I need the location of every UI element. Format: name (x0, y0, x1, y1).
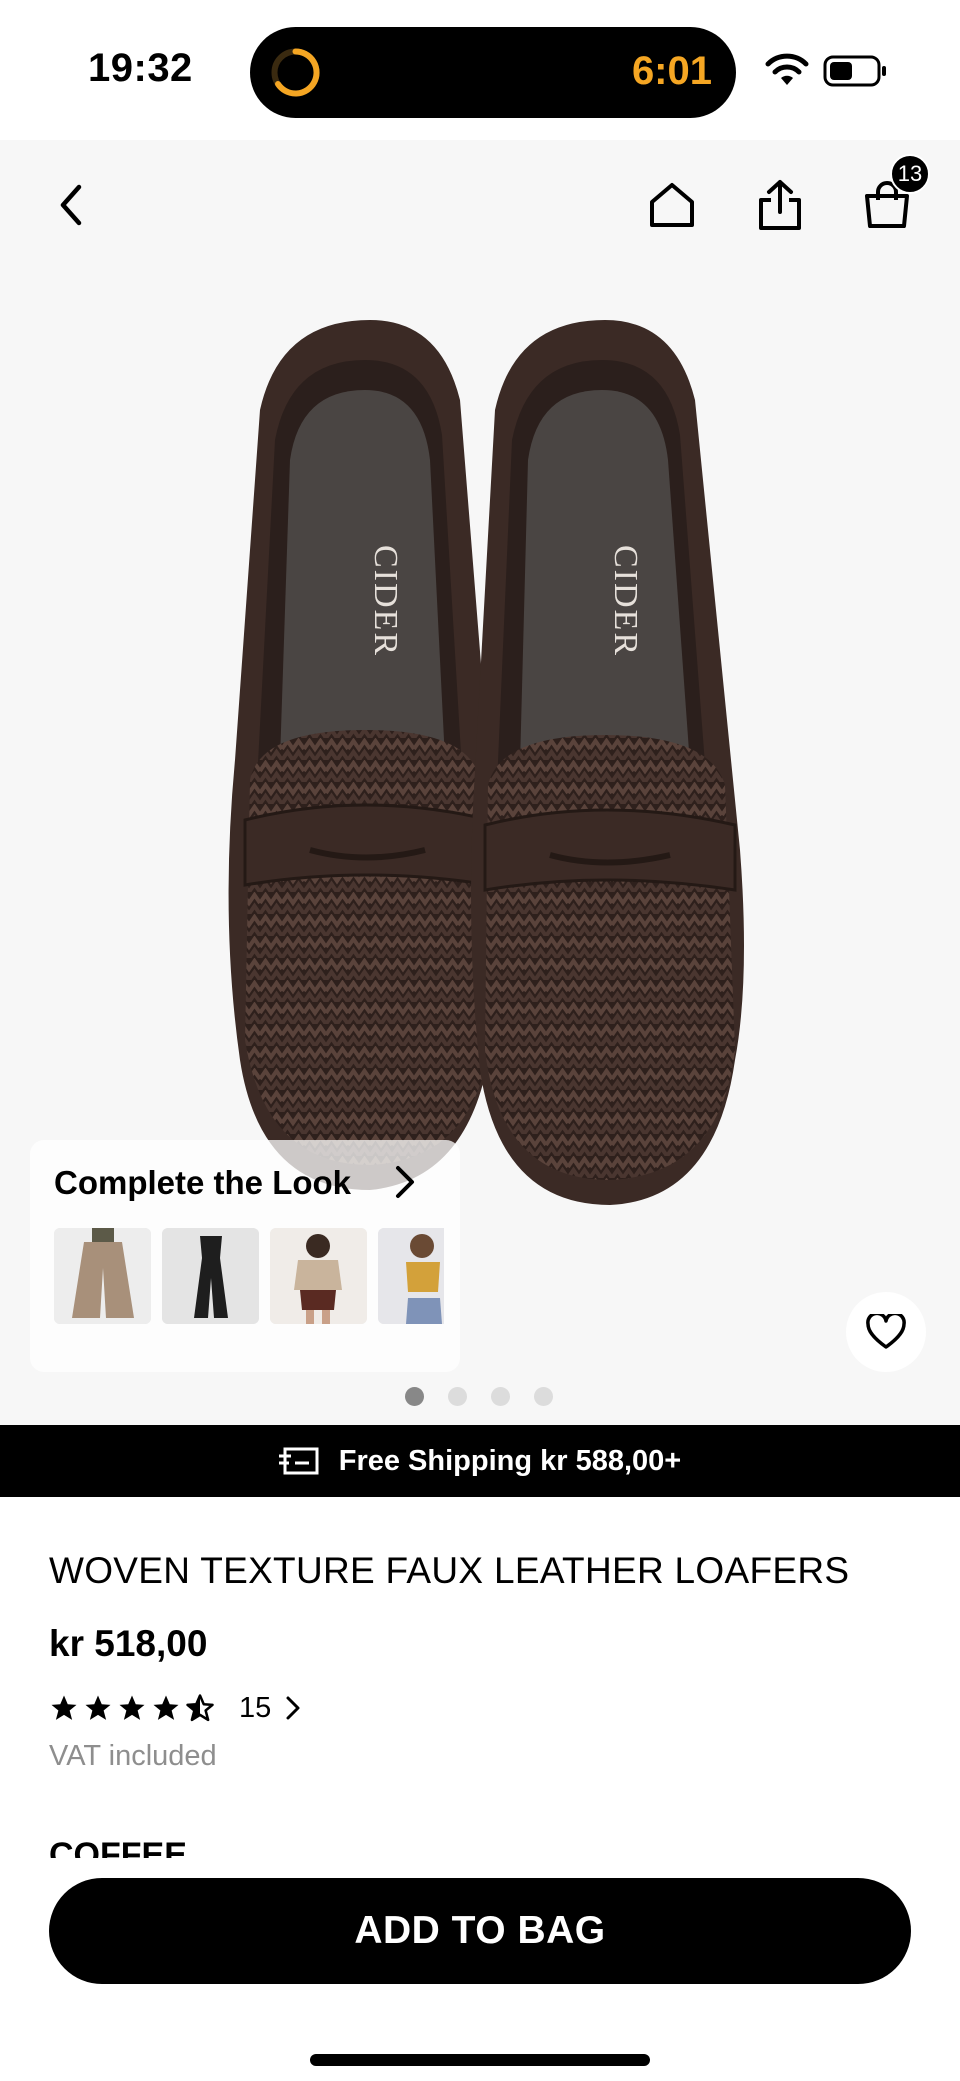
look-item-thumbnail[interactable] (162, 1228, 259, 1324)
star-icon (85, 1695, 111, 1720)
cart-count-badge: 13 (890, 154, 930, 194)
timer-ring-icon (271, 48, 320, 97)
star-icon (51, 1695, 77, 1720)
look-item-thumbnail[interactable] (270, 1228, 367, 1324)
color-label: COFFEE (49, 1838, 187, 1858)
look-item-thumbnail[interactable] (54, 1228, 151, 1324)
free-shipping-banner[interactable]: Free Shipping kr 588,00+ (0, 1425, 960, 1497)
star-icon (153, 1695, 179, 1720)
home-button[interactable] (640, 173, 704, 237)
product-gallery[interactable]: 13 CIDER CIDER Complete the Look (0, 140, 960, 1425)
carousel-dot[interactable] (448, 1387, 467, 1406)
brand-mark-left: CIDER (367, 545, 404, 657)
wifi-icon (765, 53, 809, 85)
share-icon (759, 180, 801, 230)
product-price: kr 518,00 (49, 1623, 208, 1664)
chevron-right-icon[interactable] (390, 1162, 420, 1202)
product-title: WOVEN TEXTURE FAUX LEATHER LOAFERS (49, 1550, 850, 1591)
chevron-right-icon (286, 1696, 300, 1720)
look-item-thumbnail[interactable] (378, 1228, 444, 1324)
carousel-indicator (405, 1387, 553, 1406)
timer-text: 6:01 (631, 49, 712, 93)
battery-icon (823, 55, 886, 87)
home-icon (650, 183, 694, 227)
share-button[interactable] (748, 173, 812, 237)
wishlist-button[interactable] (846, 1292, 926, 1372)
brand-mark-right: CIDER (607, 545, 644, 657)
right-shoe: CIDER (471, 320, 744, 1205)
review-count: 15 (239, 1691, 272, 1724)
status-time: 19:32 (88, 46, 193, 90)
dynamic-island[interactable]: 6:01 (250, 27, 736, 118)
status-bar: 19:32 6:01 (0, 0, 960, 140)
blouse-outfit-image (270, 1228, 367, 1324)
carousel-dot[interactable] (534, 1387, 553, 1406)
star-icon (119, 1695, 145, 1720)
half-star-icon (186, 1694, 214, 1722)
bottom-action-bar: ADD TO BAG (0, 1858, 960, 2081)
vat-note: VAT included (49, 1740, 217, 1772)
left-shoe: CIDER (228, 320, 500, 1190)
rating-row[interactable]: 15 (49, 1688, 303, 1728)
back-chevron-icon (60, 184, 82, 226)
heart-icon (866, 1314, 906, 1349)
back-button[interactable] (40, 173, 104, 237)
jumpsuit-image (162, 1228, 259, 1324)
look-thumbnails (54, 1228, 444, 1324)
star-rating (49, 1693, 215, 1723)
complete-the-look-title: Complete the Look (54, 1164, 352, 1201)
carousel-dot[interactable] (491, 1387, 510, 1406)
home-indicator[interactable] (310, 2054, 650, 2066)
carousel-dot-active[interactable] (405, 1387, 424, 1406)
trousers-image (54, 1228, 151, 1324)
mustard-top-outfit-image (378, 1228, 444, 1324)
shipping-icon (278, 1447, 319, 1475)
complete-the-look-card[interactable]: Complete the Look (30, 1140, 460, 1372)
add-to-bag-button[interactable]: ADD TO BAG (49, 1878, 911, 1984)
free-shipping-text: Free Shipping kr 588,00+ (338, 1444, 682, 1477)
